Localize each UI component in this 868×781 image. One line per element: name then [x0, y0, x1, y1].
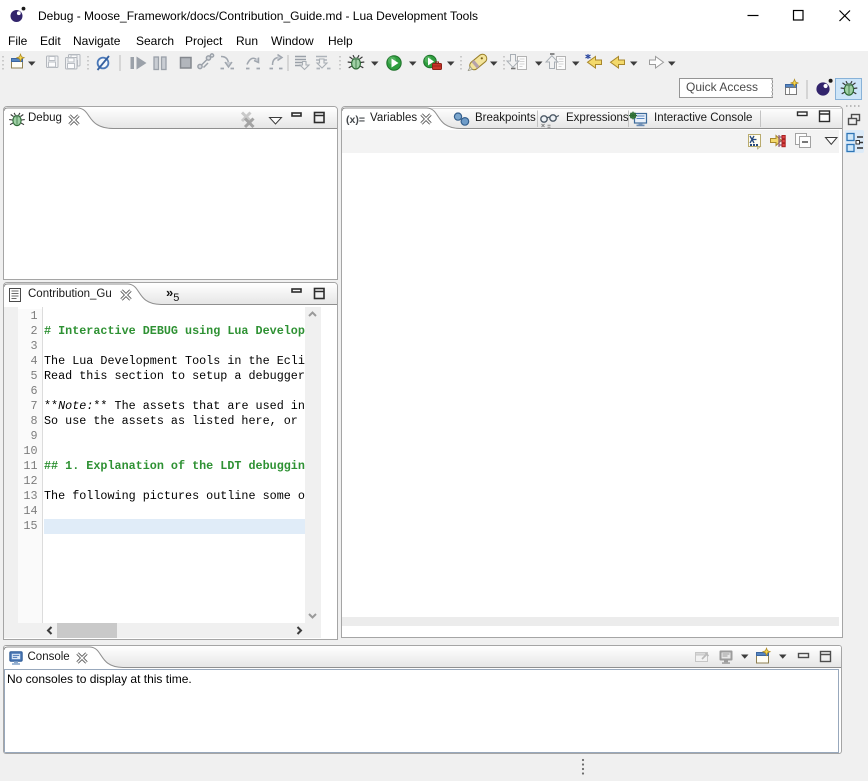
svg-text:(x)=: (x)= [346, 114, 365, 126]
